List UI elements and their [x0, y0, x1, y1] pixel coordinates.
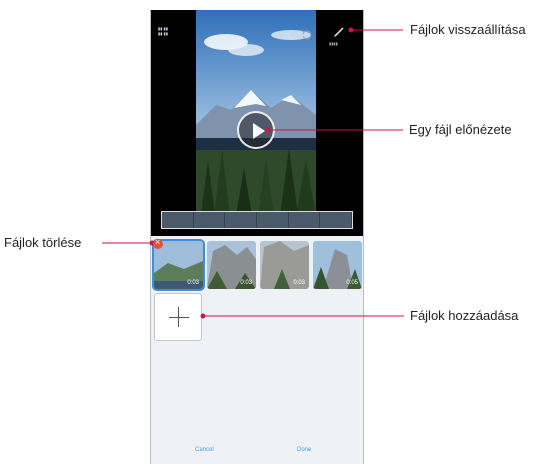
- phone-screen: ▮▮ ▮▮ ▮▮ ▮▮ ▮▮▮▮ 0:03 0:03 0:03 0:05 × C…: [150, 10, 364, 464]
- restore-mini-label: ▮▮▮▮: [329, 41, 338, 46]
- clip-thumbnail[interactable]: 0:05: [313, 241, 362, 289]
- clip-thumbnail[interactable]: 0:03: [207, 241, 256, 289]
- timeline-frame: [257, 212, 289, 228]
- clip-duration: 0:03: [187, 280, 199, 286]
- play-icon[interactable]: [237, 111, 275, 149]
- clip-duration: 0:03: [293, 280, 305, 286]
- callout-add-files: Fájlok hozzáadása: [410, 308, 519, 323]
- timeline-frame: [225, 212, 258, 228]
- close-icon[interactable]: [153, 237, 163, 249]
- undo-icon[interactable]: [301, 30, 311, 40]
- callout-delete-files: Fájlok törlése: [4, 235, 82, 250]
- pencil-icon[interactable]: [332, 25, 346, 39]
- time-readout: ▮▮ ▮▮ ▮▮ ▮▮: [158, 26, 168, 36]
- clip-duration: 0:03: [240, 280, 252, 286]
- timeline-frame: [194, 212, 226, 228]
- video-player: ▮▮ ▮▮ ▮▮ ▮▮ ▮▮▮▮: [151, 10, 363, 236]
- cancel-button[interactable]: Cancel: [195, 447, 214, 453]
- clip-thumbnail[interactable]: 0:03: [260, 241, 309, 289]
- clip-duration: 0:05: [346, 280, 358, 286]
- timeline-frame: [320, 212, 353, 228]
- done-button[interactable]: Done: [297, 447, 311, 453]
- callout-restore-files: Fájlok visszaállítása: [410, 22, 526, 37]
- clip-tray: 0:03 0:03 0:03 0:05: [151, 236, 363, 464]
- clip-thumbnail[interactable]: 0:03: [152, 239, 205, 291]
- timeline-frame: [289, 212, 321, 228]
- timeline-frame: [162, 212, 194, 228]
- timeline-strip[interactable]: [161, 211, 353, 229]
- plus-icon[interactable]: [154, 293, 202, 341]
- callout-preview-file: Egy fájl előnézete: [409, 122, 512, 137]
